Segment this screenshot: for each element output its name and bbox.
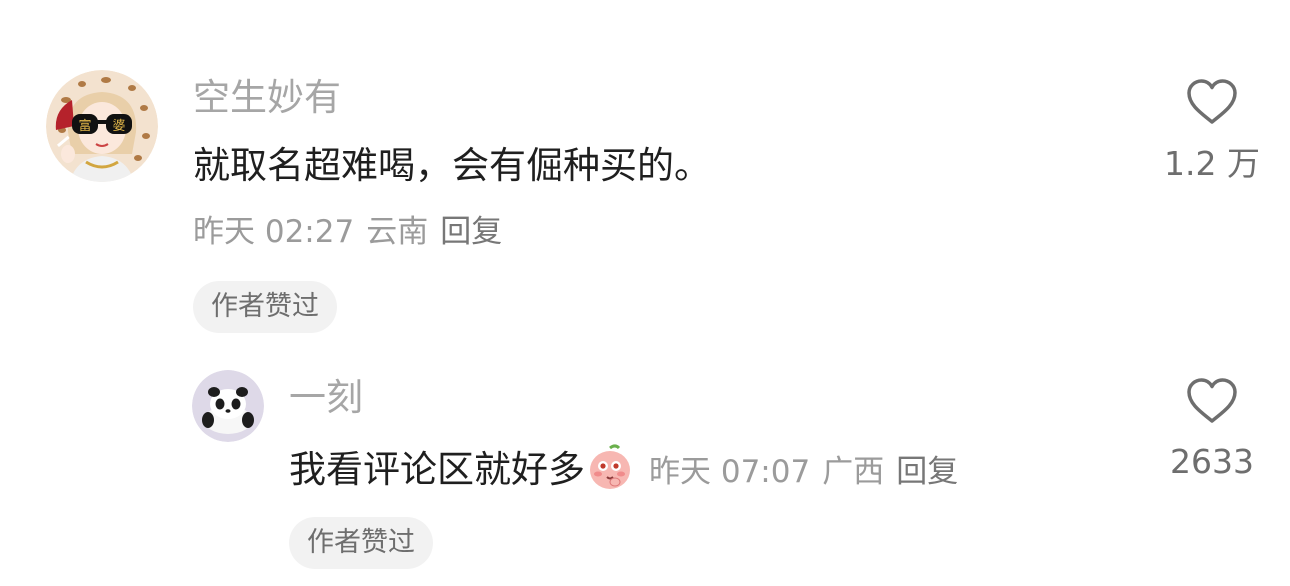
avatar[interactable] xyxy=(192,370,264,442)
peach-shy-emoji-icon xyxy=(590,444,630,489)
like-count: 1.2 万 xyxy=(1164,144,1260,183)
username[interactable]: 空生妙有 xyxy=(193,76,341,120)
author-liked-badge: 作者赞过 xyxy=(193,281,337,333)
comment-time: 昨天 02:27 xyxy=(193,214,355,250)
author-liked-badge: 作者赞过 xyxy=(289,517,433,569)
reply-location: 广西 xyxy=(822,454,885,490)
like-count: 2633 xyxy=(1170,442,1254,481)
comment-text: 就取名超难喝，会有倔种买的。 xyxy=(193,144,711,187)
reply-line: 我看评论区就好多 昨天 07:07 广西 回复 xyxy=(289,442,958,492)
heart-outline-icon xyxy=(1187,378,1237,423)
svg-text:婆: 婆 xyxy=(112,119,125,134)
like-button[interactable] xyxy=(1185,377,1239,429)
heart-outline-icon xyxy=(1187,79,1237,124)
reply-button[interactable]: 回复 xyxy=(896,454,958,490)
like-button[interactable] xyxy=(1185,78,1239,130)
avatar-panda-plush-icon xyxy=(192,370,264,442)
svg-text:富: 富 xyxy=(78,118,91,134)
reply-button[interactable]: 回复 xyxy=(440,214,502,250)
username[interactable]: 一刻 xyxy=(289,376,363,420)
reply-text: 我看评论区就好多 xyxy=(289,448,585,491)
avatar[interactable]: 富 婆 xyxy=(46,70,158,182)
avatar-glamour-lady-icon: 富 婆 xyxy=(46,70,158,182)
reply-time: 昨天 07:07 xyxy=(649,454,811,490)
comment-meta: 昨天 02:27 云南 回复 xyxy=(193,212,502,252)
comment-location: 云南 xyxy=(366,214,429,250)
